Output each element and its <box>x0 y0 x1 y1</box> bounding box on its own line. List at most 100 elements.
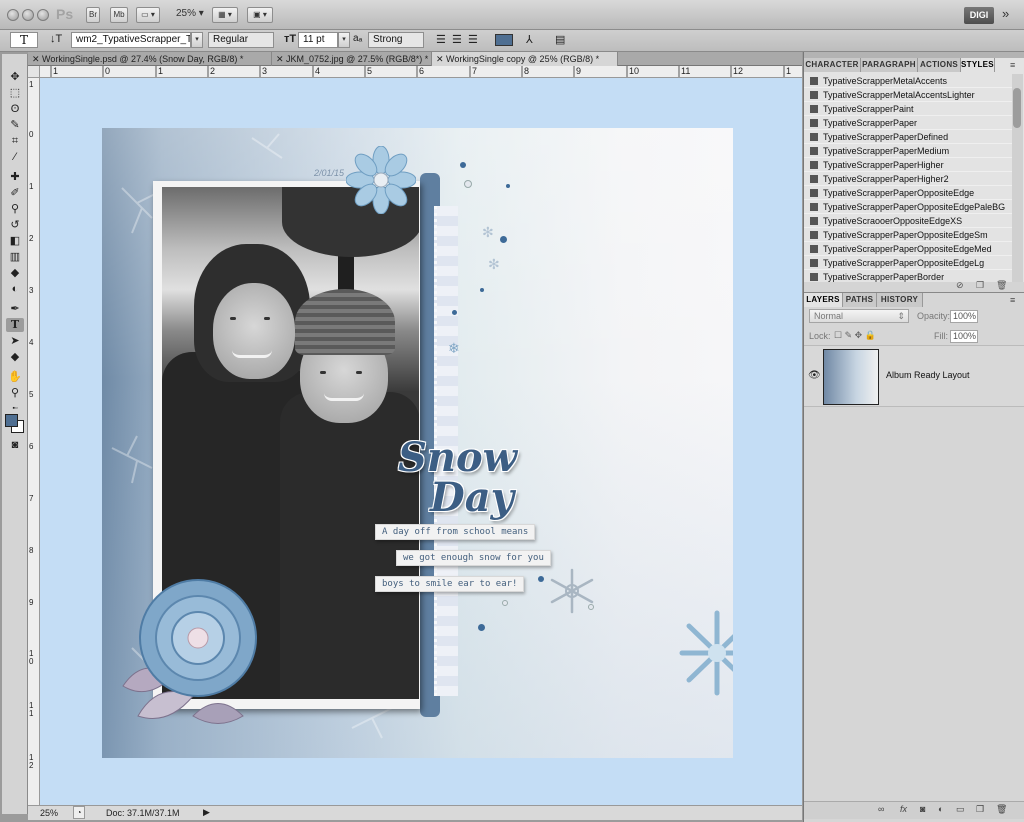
align-right-icon[interactable]: ☰ <box>468 33 478 46</box>
zoom-tool-icon[interactable]: ⚲ <box>6 386 24 400</box>
move-tool-icon[interactable]: ✥ <box>6 70 24 84</box>
view-extras-icon[interactable]: ▭ ▾ <box>136 7 160 23</box>
tab-history[interactable]: HISTORY <box>877 293 923 307</box>
new-style-icon[interactable]: ❐ <box>976 280 984 291</box>
screen-mode-icon[interactable]: ▣ ▾ <box>247 7 273 23</box>
journal-caption-2[interactable]: we got enough snow for you <box>396 550 551 566</box>
tab-workingsingle[interactable]: ✕ WorkingSingle.psd @ 27.4% (Snow Day, R… <box>28 52 272 66</box>
title-day[interactable]: Day <box>430 478 514 518</box>
dodge-tool-icon[interactable]: ◐ <box>6 282 24 296</box>
tab-character[interactable]: CHARACTER <box>804 58 861 72</box>
link-layers-icon[interactable]: ∞ <box>878 804 884 814</box>
vertical-ruler[interactable]: 1 0 1 2 3 4 5 6 7 8 9 1 0 1 1 1 2 <box>28 78 40 805</box>
style-item[interactable]: TypativeScrapperPaint <box>804 102 1012 116</box>
new-layer-icon[interactable]: ❐ <box>976 804 984 815</box>
style-item[interactable]: TypativeScraooerOppositeEdgeXS <box>804 214 1012 228</box>
zoom-level-dropdown[interactable]: 25% ▾ <box>176 8 204 19</box>
character-panel-icon[interactable]: ▤ <box>555 33 565 46</box>
status-preview-icon[interactable]: ◔ <box>73 806 85 819</box>
text-color-swatch[interactable] <box>495 34 513 46</box>
font-family-dropdown-icon[interactable]: ▾ <box>191 32 203 48</box>
scrapbook-layout[interactable]: 2/01/15 ✻ ✻ ❄ Snow Day A day off from sc… <box>102 128 733 758</box>
status-zoom-field[interactable]: 25% <box>40 808 58 818</box>
new-group-icon[interactable]: ▭ <box>956 804 965 815</box>
lock-icons[interactable]: ☐ ✎ ✥ 🔒 <box>834 330 876 341</box>
delete-layer-icon[interactable]: 🗑 <box>996 804 1007 815</box>
style-item[interactable]: TypativeScrapperPaperDefined <box>804 130 1012 144</box>
brush-tool-icon[interactable]: ✐ <box>6 186 24 200</box>
font-family-field[interactable]: wm2_TypativeScrapper_Tall <box>71 32 191 48</box>
orientation-toggle-icon[interactable]: ↓T <box>50 33 62 45</box>
journal-caption-1[interactable]: A day off from school means <box>375 524 536 540</box>
tab-layers[interactable]: LAYERS <box>804 293 843 307</box>
pen-tool-icon[interactable]: ✒ <box>6 302 24 316</box>
crop-tool-icon[interactable]: ⌗ <box>6 134 24 148</box>
add-mask-icon[interactable]: ◙ <box>920 804 925 814</box>
panel-menu-icon[interactable]: ≡ <box>1010 295 1015 305</box>
adjustment-layer-icon[interactable]: ◐ <box>938 804 943 814</box>
style-item[interactable]: TypativeScrapperPaperOppositeEdge <box>804 186 1012 200</box>
marquee-tool-icon[interactable]: ⬚ <box>6 86 24 100</box>
minimize-window-button[interactable] <box>22 9 34 21</box>
arrange-documents-icon[interactable]: ▦ ▾ <box>212 7 238 23</box>
visibility-eye-icon[interactable]: 👁 <box>808 370 821 381</box>
blur-tool-icon[interactable]: ◆ <box>6 266 24 280</box>
mini-bridge-icon[interactable]: Mb <box>110 7 128 23</box>
hand-tool-icon[interactable]: ✋ <box>6 370 24 384</box>
clear-style-icon[interactable]: ⊘ <box>956 280 964 291</box>
style-item[interactable]: TypativeScrapperMetalAccents <box>804 74 1012 88</box>
style-item[interactable]: TypativeScrapperPaperOppositeEdgeLg <box>804 256 1012 270</box>
font-size-field[interactable]: 11 pt <box>298 32 338 48</box>
clone-stamp-tool-icon[interactable]: ⚲ <box>6 202 24 216</box>
layer-name[interactable]: Album Ready Layout <box>886 370 970 380</box>
opacity-field[interactable]: 100% <box>950 310 978 323</box>
style-item[interactable]: TypativeScrapperPaperOppositeEdgeSm <box>804 228 1012 242</box>
delete-style-icon[interactable]: 🗑 <box>996 280 1007 291</box>
layer-row[interactable]: 👁 Album Ready Layout <box>804 345 1024 407</box>
history-brush-tool-icon[interactable]: ↺ <box>6 218 24 232</box>
eyedropper-tool-icon[interactable]: ⁄ <box>6 150 24 164</box>
tab-jkm-0752[interactable]: ✕ JKM_0752.jpg @ 27.5% (RGB/8*) * <box>272 52 432 66</box>
healing-brush-tool-icon[interactable]: ✚ <box>6 170 24 184</box>
tab-actions[interactable]: ACTIONS <box>918 58 961 72</box>
title-snow[interactable]: Snow <box>398 438 517 478</box>
style-item[interactable]: TypativeScrapperPaperHigher <box>804 158 1012 172</box>
font-style-field[interactable]: Regular <box>208 32 274 48</box>
zoom-window-button[interactable] <box>37 9 49 21</box>
tab-paths[interactable]: PATHS <box>843 293 877 307</box>
fill-field[interactable]: 100% <box>950 330 978 343</box>
workspace-switcher-button[interactable]: DIGI <box>964 7 994 24</box>
eraser-tool-icon[interactable]: ◧ <box>6 234 24 248</box>
styles-scrollbar[interactable] <box>1012 74 1023 282</box>
style-item[interactable]: TypativeScrapperPaperHigher2 <box>804 172 1012 186</box>
blend-mode-dropdown[interactable]: Normal ⇕ <box>809 309 909 323</box>
warp-text-icon[interactable]: ⅄ <box>526 33 533 46</box>
style-item[interactable]: TypativeScrapperPaperOppositeEdgePaleBG <box>804 200 1012 214</box>
horizontal-ruler[interactable]: 1 0 1 2 3 4 5 6 7 8 9 10 11 12 1 <box>40 66 802 78</box>
quick-selection-tool-icon[interactable]: ✎ <box>6 118 24 132</box>
antialias-dropdown[interactable]: Strong <box>368 32 424 48</box>
path-selection-tool-icon[interactable]: ➤ <box>6 334 24 348</box>
shape-tool-icon[interactable]: ◆ <box>6 350 24 364</box>
align-center-icon[interactable]: ☰ <box>452 33 462 46</box>
more-workspaces-icon[interactable]: » <box>1002 6 1009 21</box>
ruler-origin[interactable] <box>28 66 40 78</box>
status-menu-arrow-icon[interactable]: ▶ <box>203 807 210 818</box>
styles-scroll-thumb[interactable] <box>1013 88 1021 128</box>
style-item[interactable]: TypativeScrapperPaperOppositeEdgeMed <box>804 242 1012 256</box>
foreground-color-swatch[interactable] <box>5 414 18 427</box>
document-canvas-area[interactable]: 2/01/15 ✻ ✻ ❄ Snow Day A day off from sc… <box>40 78 802 805</box>
tab-paragraph[interactable]: PARAGRAPH <box>861 58 918 72</box>
bridge-icon[interactable]: Br <box>86 7 100 23</box>
tab-styles[interactable]: STYLES <box>961 58 995 72</box>
lasso-tool-icon[interactable]: ʘ <box>6 102 24 116</box>
style-item[interactable]: TypativeScrapperMetalAccentsLighter <box>804 88 1012 102</box>
tab-workingsingle-copy[interactable]: ✕ WorkingSingle copy @ 25% (RGB/8) * <box>432 52 618 66</box>
quick-mask-icon[interactable]: ◙ <box>6 438 24 452</box>
journal-caption-3[interactable]: boys to smile ear to ear! <box>375 576 525 592</box>
tool-preset-picker[interactable]: T <box>10 32 38 48</box>
panel-menu-icon[interactable]: ≡ <box>1010 60 1015 70</box>
gradient-tool-icon[interactable]: ▥ <box>6 250 24 264</box>
type-tool-icon[interactable]: T <box>6 318 24 332</box>
align-left-icon[interactable]: ☰ <box>436 33 446 46</box>
